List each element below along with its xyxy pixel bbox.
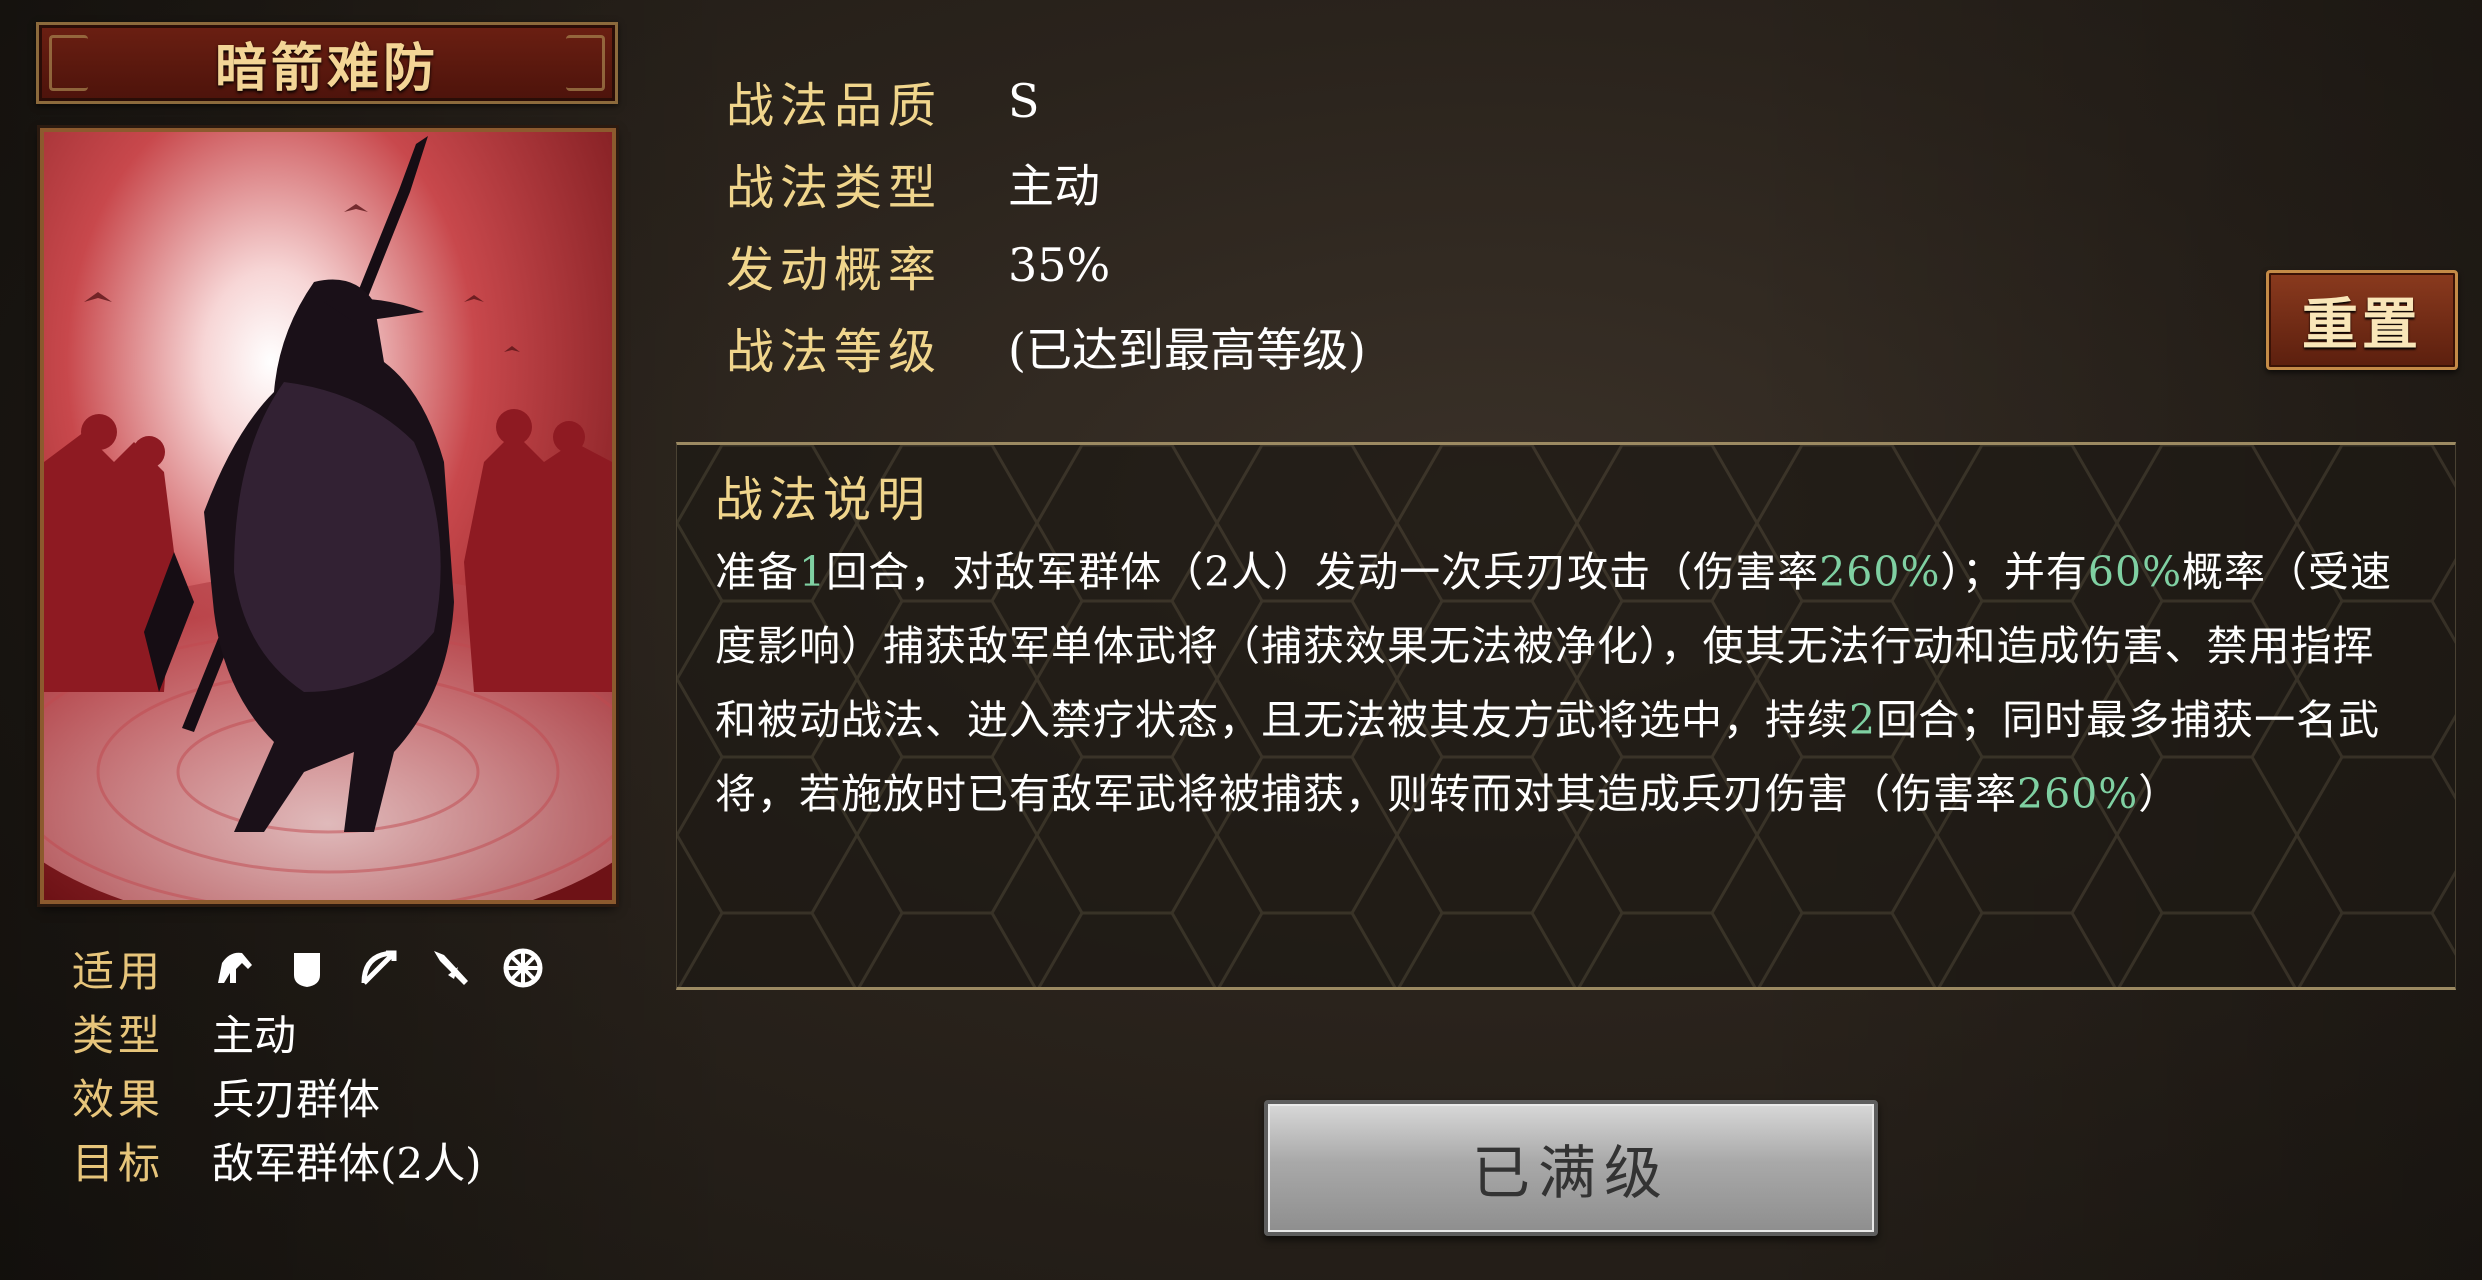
applicable-label: 适用 <box>72 946 165 996</box>
description-segment: ）；并有 <box>1940 548 2088 596</box>
attr-type-row: 战法类型 主动 <box>726 142 1366 224</box>
troop-icons <box>212 945 546 991</box>
max-level-button[interactable]: 已满级 <box>1264 1100 1878 1236</box>
type-row: 类型 主动 <box>72 1000 546 1064</box>
attr-value: (已达到最高等级) <box>1008 323 1366 377</box>
skill-card-art <box>40 128 616 904</box>
warrior-silhouette-illustration <box>44 132 612 900</box>
effect-row: 效果 兵刃群体 <box>72 1064 546 1128</box>
attr-probability-row: 发动概率 35% <box>726 224 1366 306</box>
reset-button[interactable]: 重置 <box>2266 270 2458 370</box>
description-segment: 准备 <box>715 548 799 596</box>
target-row: 目标 敌军群体(2人) <box>72 1128 546 1192</box>
target-value: 敌军群体(2人) <box>212 1138 482 1188</box>
description-highlight-value: 1 <box>799 548 827 596</box>
cavalry-icon <box>218 952 252 983</box>
effect-value: 兵刃群体 <box>212 1074 381 1124</box>
banner-ornament-left <box>49 35 88 91</box>
skill-info-list: 适用 类型 主动 效果 兵刃群体 目标 敌军群体(2人) <box>72 936 546 1192</box>
skill-title-banner: 暗箭难防 <box>36 22 618 104</box>
description-title: 战法说明 <box>715 472 932 528</box>
banner-ornament-right <box>566 35 605 91</box>
attr-value: 主动 <box>1008 159 1100 213</box>
attr-label: 战法品质 <box>726 78 943 134</box>
description-text: 准备1回合，对敌军群体（2人）发动一次兵刃攻击（伤害率260%）；并有60%概率… <box>715 535 2407 831</box>
description-segment: 回合，对敌军群体（2人）发动一次兵刃攻击（伤害率 <box>826 548 1820 596</box>
attr-value: 35% <box>1008 238 1111 292</box>
skill-attributes: 战法品质 S 战法类型 主动 发动概率 35% 战法等级 (已达到最高等级) <box>726 60 1366 388</box>
attr-value: S <box>1008 74 1040 128</box>
spear-icon <box>434 951 468 985</box>
description-segment: ） <box>2138 770 2181 818</box>
description-highlight-value: 2 <box>1849 696 1877 744</box>
effect-label: 效果 <box>72 1074 165 1124</box>
type-label: 类型 <box>72 1010 165 1060</box>
siege-icon <box>503 948 543 988</box>
attr-label: 战法等级 <box>726 324 943 380</box>
applicable-troops-row: 适用 <box>72 936 546 1000</box>
attr-label: 战法类型 <box>726 160 943 216</box>
description-highlight-value: 260% <box>2017 770 2139 818</box>
skill-description-panel: 战法说明 准备1回合，对敌军群体（2人）发动一次兵刃攻击（伤害率260%）；并有… <box>676 442 2456 990</box>
attr-label: 发动概率 <box>726 242 943 298</box>
attr-level-row: 战法等级 (已达到最高等级) <box>726 306 1366 388</box>
shield-icon <box>294 953 320 987</box>
archer-icon <box>361 950 397 985</box>
target-label: 目标 <box>72 1138 165 1188</box>
type-value: 主动 <box>212 1010 297 1060</box>
skill-name: 暗箭难防 <box>214 37 439 99</box>
description-highlight-value: 260% <box>1819 548 1941 596</box>
description-highlight-value: 60% <box>2087 548 2183 596</box>
attr-quality-row: 战法品质 S <box>726 60 1366 142</box>
